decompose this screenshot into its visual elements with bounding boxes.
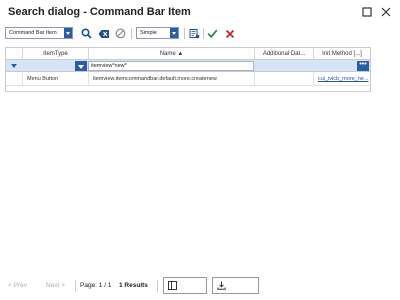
chevron-down-icon [78,64,84,69]
search-button[interactable] [80,27,93,40]
backspace-icon [98,29,109,38]
results-grid: ItemType Name ▲ Additional Dat... Init M… [5,47,371,92]
export-button[interactable] [212,277,259,294]
search-icon [81,28,92,39]
init-method-more-button[interactable]: ••• [357,61,369,71]
grid-header: ItemType Name ▲ Additional Dat... Init M… [6,48,370,60]
cancel-button[interactable] [223,27,236,40]
toolbar-divider [131,28,132,39]
search-mode-select-value: Simple [140,30,157,36]
download-icon [217,281,226,290]
row-selector[interactable] [6,72,23,85]
cell-name: itemview.itemcommandbar.default.more.cre… [89,72,255,85]
toolbar: Command Bar Item Simple [0,26,400,42]
columns-icon [168,281,177,290]
toolbar-divider [203,28,204,39]
close-icon [225,29,234,38]
cell-init-method-link[interactable]: cui_ivicb_more_ne... [314,72,370,85]
close-icon [381,7,391,17]
column-header-itemtype[interactable]: ItemType [23,48,89,60]
search-options-button[interactable] [188,27,201,40]
pagination-bar: < Prev Next > Page: 1 / 1 1 Results [0,276,400,296]
close-button[interactable] [378,4,394,20]
prev-page-button[interactable]: < Prev [8,279,27,293]
reset-button[interactable] [114,27,127,40]
checkmark-icon [207,29,218,39]
column-chooser-button[interactable] [163,277,207,294]
maximize-icon [362,7,372,17]
cell-additional-data [255,72,314,85]
title-bar: Search dialog - Command Bar Item [0,0,400,25]
name-filter-input[interactable]: itemview*new* [88,61,254,71]
column-header-name[interactable]: Name ▲ [89,48,255,60]
toolbar-divider [184,28,185,39]
row-selector-header [6,48,23,60]
list-settings-icon [189,29,200,39]
column-header-init-method[interactable]: Init Method [...] [314,48,370,60]
results-count: 1 Results [119,282,148,289]
block-icon [115,28,126,39]
footer-divider [157,280,158,292]
search-mode-select[interactable]: Simple [136,27,179,39]
chevron-down-icon [64,28,72,38]
chevron-down-icon[interactable] [11,64,17,68]
chevron-down-icon [170,28,178,38]
name-filter-operator[interactable] [75,61,87,71]
item-type-select-value: Command Bar Item [9,30,57,36]
next-page-button[interactable]: Next > [46,279,65,293]
filter-row: itemview*new* ••• [6,60,370,72]
confirm-button[interactable] [206,27,219,40]
table-row[interactable]: Menu Button itemview.itemcommandbar.defa… [6,72,370,86]
dialog-title: Search dialog - Command Bar Item [8,6,191,18]
clear-search-button[interactable] [97,27,110,40]
item-type-select[interactable]: Command Bar Item [5,27,73,39]
cell-itemtype: Menu Button [23,72,89,85]
maximize-button[interactable] [359,4,375,20]
column-header-additional-data[interactable]: Additional Dat... [255,48,314,60]
footer-divider [75,280,76,292]
page-indicator: Page: 1 / 1 [80,282,112,289]
